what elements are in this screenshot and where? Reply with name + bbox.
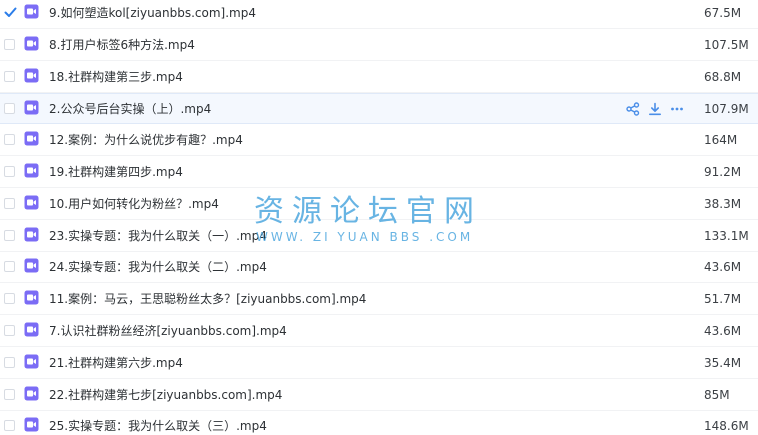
video-file-icon xyxy=(24,322,39,337)
checkbox[interactable] xyxy=(4,38,15,50)
file-name[interactable]: 8.打用户标签6种方法.mp4 xyxy=(49,30,195,60)
checkbox[interactable] xyxy=(4,388,15,400)
checkbox[interactable] xyxy=(4,293,15,305)
file-row[interactable]: 11.案例：马云，王思聪粉丝太多？[ziyuanbbs.com].mp4 51.7… xyxy=(0,284,758,316)
file-name[interactable]: 11.案例：马云，王思聪粉丝太多？[ziyuanbbs.com].mp4 xyxy=(49,284,366,314)
file-name[interactable]: 9.如何塑造kol[ziyuanbbs.com].mp4 xyxy=(49,0,256,28)
checkbox[interactable] xyxy=(4,261,15,273)
checkbox[interactable] xyxy=(4,229,15,241)
file-size: 43.6M xyxy=(704,324,742,338)
video-file-icon xyxy=(24,68,39,83)
file-size: 164M xyxy=(704,133,738,148)
file-size: 85M xyxy=(704,387,730,402)
checkbox[interactable] xyxy=(4,325,15,336)
file-row[interactable]: 21.社群构建第六步.mp4 35.4M xyxy=(0,348,758,379)
file-size: 148.6M xyxy=(704,419,749,434)
checkbox[interactable] xyxy=(4,166,15,177)
file-name[interactable]: 10.用户如何转化为粉丝？.mp4 xyxy=(49,189,219,219)
download-icon[interactable] xyxy=(648,101,662,116)
file-row[interactable]: 24.实操专题：我为什么取关（二）.mp4 43.6M xyxy=(0,252,758,284)
file-name[interactable]: 22.社群构建第七步[ziyuanbbs.com].mp4 xyxy=(49,380,282,410)
checkbox[interactable] xyxy=(4,103,15,115)
file-list: 9.如何塑造kol[ziyuanbbs.com].mp4 67.5M 8.打用户标签… xyxy=(0,0,758,435)
file-row[interactable]: 8.打用户标签6种方法.mp4 107.5M xyxy=(0,30,758,61)
file-name[interactable]: 25.实操专题：我为什么取关（三）.mp4 xyxy=(49,411,267,435)
checkbox[interactable] xyxy=(4,420,15,432)
file-size: 51.7M xyxy=(704,292,742,307)
file-size: 35.4M xyxy=(704,355,742,370)
file-name[interactable]: 19.社群构建第四步.mp4 xyxy=(49,157,183,187)
file-name[interactable]: 12.案例：为什么说优步有趣？.mp4 xyxy=(49,125,243,155)
file-size: 133.1M xyxy=(704,228,749,243)
video-file-icon xyxy=(24,100,39,115)
file-size: 43.6M xyxy=(704,260,742,275)
video-file-icon xyxy=(24,354,39,369)
file-row[interactable]: 2.公众号后台实操（上）.mp4 107.9M xyxy=(0,93,758,125)
file-size: 107.9M xyxy=(704,102,749,117)
video-file-icon xyxy=(24,290,39,305)
checkbox[interactable] xyxy=(4,197,15,209)
file-row[interactable]: 7.认识社群粉丝经济[ziyuanbbs.com].mp4 43.6M xyxy=(0,316,758,347)
file-row[interactable]: 18.社群构建第三步.mp4 68.8M xyxy=(0,62,758,93)
video-file-icon xyxy=(24,195,39,210)
video-file-icon xyxy=(24,4,39,19)
file-name[interactable]: 2.公众号后台实操（上）.mp4 xyxy=(49,94,211,124)
share-icon[interactable] xyxy=(626,101,640,117)
file-name[interactable]: 24.实操专题：我为什么取关（二）.mp4 xyxy=(49,252,267,282)
video-file-icon xyxy=(24,163,39,178)
video-file-icon xyxy=(24,386,39,401)
file-row[interactable]: 23.实操专题：我为什么取关（一）.mp4 133.1M xyxy=(0,221,758,252)
video-file-icon xyxy=(24,36,39,51)
file-name[interactable]: 23.实操专题：我为什么取关（一）.mp4 xyxy=(49,221,267,251)
file-name[interactable]: 18.社群构建第三步.mp4 xyxy=(49,62,183,92)
file-name[interactable]: 7.认识社群粉丝经济[ziyuanbbs.com].mp4 xyxy=(49,316,287,346)
checkbox[interactable] xyxy=(4,356,15,368)
row-actions xyxy=(626,101,690,117)
file-row[interactable]: 12.案例：为什么说优步有趣？.mp4 164M xyxy=(0,125,758,157)
file-size: 91.2M xyxy=(704,165,742,179)
checkbox-checked[interactable] xyxy=(4,7,17,18)
file-row[interactable]: 10.用户如何转化为粉丝？.mp4 38.3M xyxy=(0,189,758,220)
file-row[interactable]: 19.社群构建第四步.mp4 91.2M xyxy=(0,157,758,188)
file-name[interactable]: 21.社群构建第六步.mp4 xyxy=(49,348,183,378)
file-row[interactable]: 9.如何塑造kol[ziyuanbbs.com].mp4 67.5M xyxy=(0,0,758,29)
video-file-icon xyxy=(24,131,39,146)
file-size: 38.3M xyxy=(704,196,742,211)
file-row[interactable]: 25.实操专题：我为什么取关（三）.mp4 148.6M xyxy=(0,411,758,435)
file-size: 107.5M xyxy=(704,37,749,52)
file-size: 68.8M xyxy=(704,69,742,84)
file-size: 67.5M xyxy=(704,6,742,20)
checkbox[interactable] xyxy=(4,134,15,146)
more-icon[interactable] xyxy=(670,101,684,115)
checkbox[interactable] xyxy=(4,70,15,82)
video-file-icon xyxy=(24,417,39,432)
file-row[interactable]: 22.社群构建第七步[ziyuanbbs.com].mp4 85M xyxy=(0,380,758,411)
video-file-icon xyxy=(24,227,39,242)
video-file-icon xyxy=(24,258,39,273)
